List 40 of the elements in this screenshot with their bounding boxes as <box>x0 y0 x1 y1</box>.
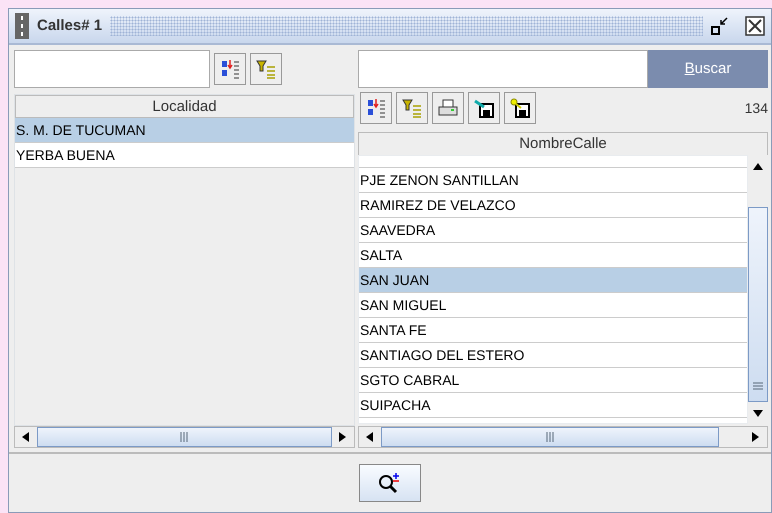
key-save-button[interactable] <box>504 92 536 124</box>
up-arrow-icon <box>753 162 763 170</box>
search-field[interactable] <box>14 50 210 88</box>
grip-icon <box>753 382 763 391</box>
horizontal-scrollbar[interactable] <box>358 426 768 448</box>
table-row[interactable]: SAN JUAN <box>359 268 747 293</box>
grip-icon <box>180 432 189 442</box>
right-arrow-icon <box>752 432 760 442</box>
disk-tool-icon <box>474 98 494 118</box>
filter-icon <box>401 97 423 119</box>
restore-button[interactable] <box>711 17 729 35</box>
close-button[interactable] <box>745 16 765 36</box>
grip-icon <box>546 432 554 442</box>
filter-button[interactable] <box>250 53 282 85</box>
sort-button[interactable] <box>360 92 392 124</box>
print-button[interactable] <box>432 92 464 124</box>
table-row[interactable]: YERBA BUENA <box>15 143 354 168</box>
search-field[interactable] <box>358 50 648 88</box>
sort-icon <box>219 58 241 80</box>
horizontal-scrollbar[interactable] <box>14 426 355 448</box>
sort-button[interactable] <box>214 53 246 85</box>
window-icon <box>15 13 29 39</box>
record-count: 134 <box>744 98 768 118</box>
filter-icon <box>255 58 277 80</box>
zoom-button[interactable] <box>359 464 421 502</box>
restore-icon <box>711 17 729 35</box>
sort-icon <box>365 97 387 119</box>
export-button[interactable] <box>468 92 500 124</box>
table-row[interactable]: S. M. DE TUCUMAN <box>15 118 354 143</box>
left-arrow-icon <box>366 432 374 442</box>
left-arrow-icon <box>22 432 30 442</box>
column-header: Localidad <box>15 95 354 118</box>
column-header: NombreCalle <box>358 132 768 155</box>
down-arrow-icon <box>753 410 763 416</box>
window-title: Calles# 1 <box>37 16 102 36</box>
printer-icon <box>438 99 458 117</box>
right-arrow-icon <box>339 432 347 442</box>
close-icon <box>745 16 765 36</box>
filter-button[interactable] <box>396 92 428 124</box>
disk-key-icon <box>510 98 530 118</box>
